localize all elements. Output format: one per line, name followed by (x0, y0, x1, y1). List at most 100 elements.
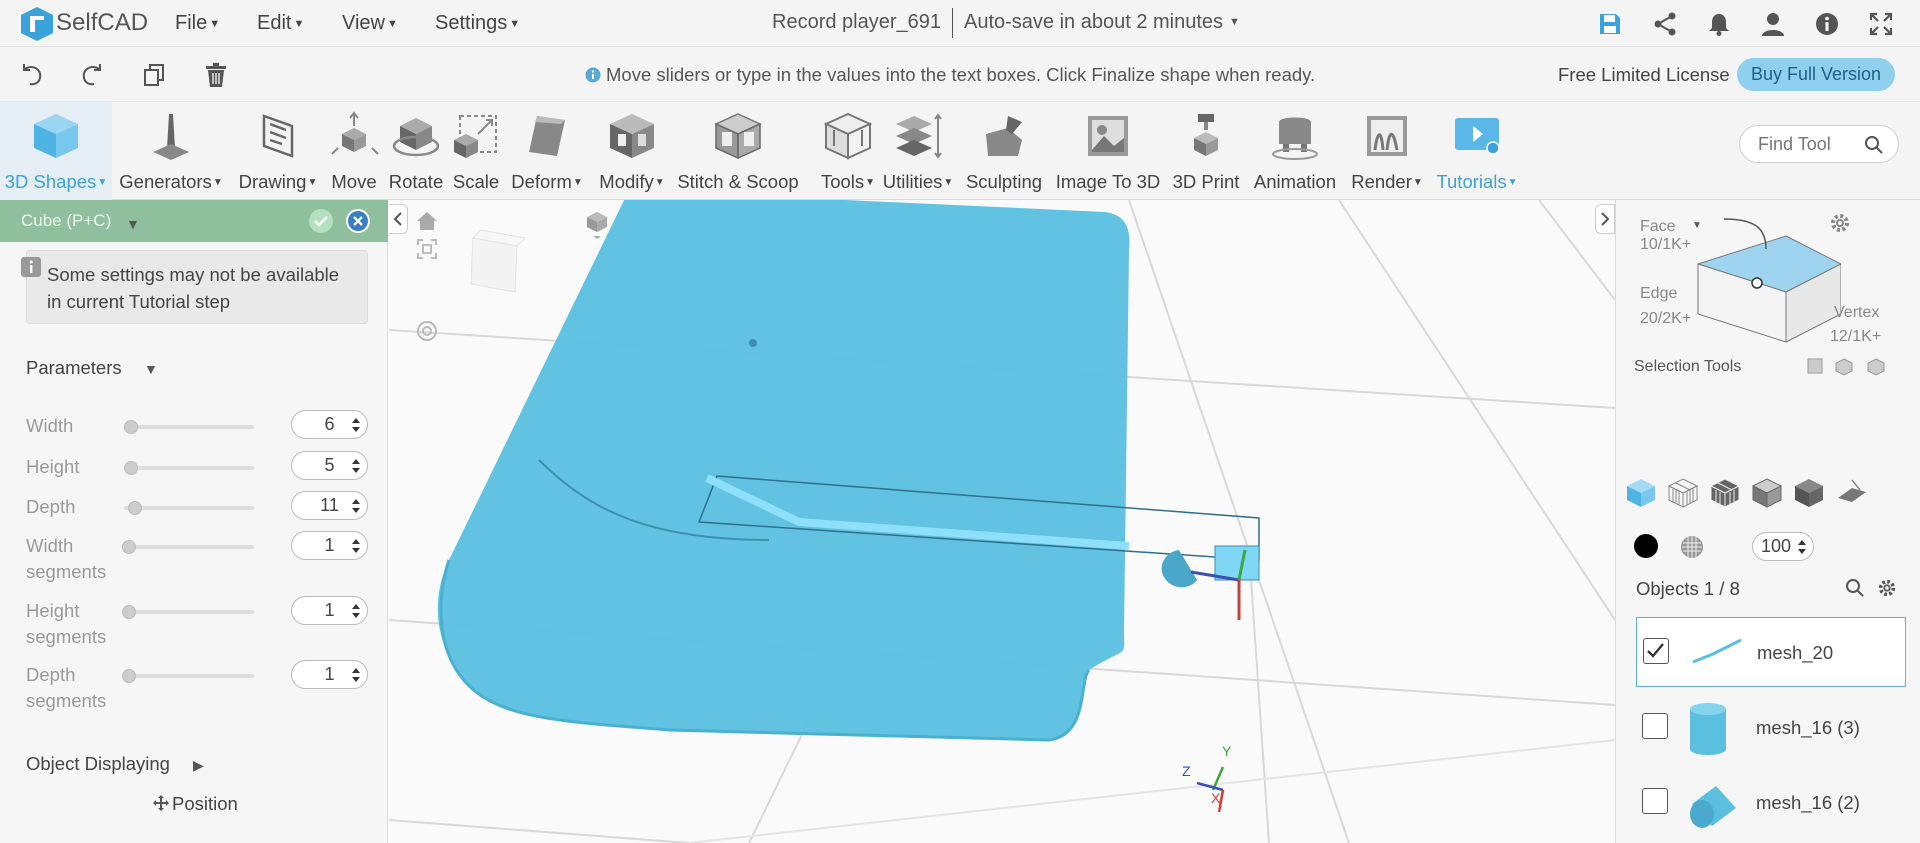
modify-icon (606, 110, 658, 162)
close-icon[interactable] (345, 208, 371, 234)
height-segments-input[interactable]: 1 (291, 596, 368, 625)
face-count: 10/1K+ (1640, 236, 1692, 253)
width-input[interactable]: 6 (291, 410, 368, 439)
select-solid-icon[interactable] (1750, 476, 1784, 510)
menu-edit[interactable]: Edit ▼ (257, 12, 304, 35)
tool-utilities[interactable]: Utilities▼ (876, 102, 960, 200)
tool-animation[interactable]: Animation (1246, 102, 1344, 200)
save-icon[interactable] (1597, 11, 1623, 37)
height-input[interactable]: 5 (291, 451, 368, 480)
tool-generators[interactable]: Generators▼ (115, 102, 227, 200)
depth-input[interactable]: 11 (291, 491, 368, 520)
zoom-fit-icon[interactable] (416, 238, 438, 260)
tool-render[interactable]: Render▼ (1346, 102, 1428, 200)
tool-image-to-3d[interactable]: Image To 3D (1050, 102, 1166, 200)
record-player-base (437, 200, 1130, 740)
fullscreen-icon[interactable] (1868, 11, 1894, 37)
object-name: mesh_20 (1757, 642, 1834, 663)
depth-segments-slider[interactable] (122, 669, 254, 683)
object-displaying-title[interactable]: Object Displaying (26, 753, 170, 775)
tool-scale[interactable]: Scale (450, 102, 502, 200)
redo-icon[interactable] (78, 61, 106, 89)
tool-stitch-scoop[interactable]: Stitch & Scoop (673, 102, 803, 200)
height-segments-slider[interactable] (122, 605, 254, 619)
projection-cube-icon[interactable] (585, 210, 609, 240)
select-faces-icon[interactable] (1792, 476, 1826, 510)
tool-3d-print[interactable]: 3D Print (1168, 102, 1244, 200)
select-object-icon[interactable] (1624, 476, 1658, 510)
tool-modify[interactable]: Modify▼ (592, 102, 672, 200)
param-label-depth-segments: Depth segments (26, 664, 107, 711)
top-menubar: SelfCAD File ▼ Edit ▼ View ▼ Settings ▼ Reco… (0, 0, 1920, 47)
object-row-mesh-20[interactable]: mesh_20 (1636, 617, 1906, 687)
menu-file[interactable]: File ▼ (175, 12, 220, 35)
autosave-dropdown[interactable]: Auto-save in about 2 minutes ▼ (964, 11, 1240, 34)
opacity-input[interactable]: 100 (1752, 532, 1814, 561)
tool-sculpting[interactable]: Sculpting (962, 102, 1046, 200)
gear-icon[interactable] (1877, 578, 1897, 598)
object-checkbox[interactable] (1642, 788, 1668, 814)
info-icon[interactable] (1814, 11, 1840, 37)
chevron-down-icon[interactable]: ▼ (126, 216, 140, 232)
share-icon[interactable] (1652, 11, 1678, 37)
width-slider[interactable] (124, 420, 254, 434)
orbit-icon[interactable] (416, 320, 438, 342)
menu-settings[interactable]: Settings ▼ (435, 12, 520, 35)
depth-slider[interactable] (124, 501, 254, 515)
texture-icon[interactable] (1679, 534, 1705, 560)
panel-title: Cube (P+C) (21, 211, 112, 230)
find-tool-search[interactable] (1739, 125, 1899, 163)
copy-icon[interactable] (140, 61, 168, 89)
selection-mode-diagram[interactable] (1696, 214, 1841, 344)
chevron-right-icon[interactable]: ▶ (193, 757, 204, 774)
height-slider[interactable] (124, 461, 254, 475)
parameters-title[interactable]: Parameters (26, 357, 122, 379)
selection-mode-mini-icons[interactable] (1806, 356, 1906, 376)
scene-canvas[interactable] (389, 200, 1615, 843)
selfcad-logo-icon[interactable] (20, 6, 54, 42)
chevron-down-icon[interactable]: ▼ (144, 361, 158, 377)
3d-viewport[interactable]: Y Z X (389, 200, 1615, 843)
tool-move[interactable]: Move (326, 102, 382, 200)
collapse-left-panel-button[interactable] (389, 204, 408, 234)
bell-icon[interactable] (1706, 11, 1732, 37)
select-wireframe-icon[interactable] (1666, 476, 1700, 510)
face-label[interactable]: Face (1640, 218, 1676, 236)
buy-full-version-button[interactable]: Buy Full Version (1737, 58, 1895, 91)
trash-icon[interactable] (202, 61, 230, 89)
project-title[interactable]: Record player_691 (772, 11, 941, 34)
object-row-mesh-16-3[interactable]: mesh_16 (3) (1636, 693, 1906, 763)
select-grid-icon[interactable] (1708, 476, 1742, 510)
undo-icon[interactable] (18, 61, 46, 89)
search-icon[interactable] (1845, 578, 1865, 598)
app-name[interactable]: SelfCAD (56, 9, 148, 37)
stitch-scoop-icon (712, 110, 764, 162)
tool-deform[interactable]: Deform▼ (505, 102, 589, 200)
width-segments-input[interactable]: 1 (291, 531, 368, 560)
search-icon[interactable] (1864, 135, 1884, 155)
tool-tutorials[interactable]: Tutorials▼ (1430, 102, 1524, 200)
find-tool-input[interactable] (1758, 134, 1858, 155)
tool-drawing[interactable]: Drawing▼ (232, 102, 324, 200)
user-icon[interactable] (1760, 11, 1786, 37)
tool-3d-shapes[interactable]: 3D Shapes▼ (0, 102, 112, 200)
license-label: Free Limited License (1558, 64, 1730, 85)
depth-segments-input[interactable]: 1 (291, 660, 368, 689)
animation-icon (1269, 110, 1321, 162)
select-plane-icon[interactable] (1834, 476, 1868, 510)
object-checkbox[interactable] (1642, 713, 1668, 739)
param-label-depth: Depth (26, 496, 76, 517)
collapse-right-panel-button[interactable] (1595, 204, 1615, 234)
material-color-swatch[interactable] (1634, 534, 1658, 558)
tool-rotate[interactable]: Rotate (384, 102, 448, 200)
vertex-label[interactable]: Vertex (1834, 304, 1879, 322)
mesh-thumbnail (1684, 780, 1740, 832)
edge-label[interactable]: Edge (1640, 285, 1677, 303)
width-segments-slider[interactable] (122, 540, 254, 554)
position-label[interactable]: Position (172, 793, 238, 815)
home-icon[interactable] (416, 210, 438, 232)
object-row-mesh-16-2[interactable]: mesh_16 (2) (1636, 768, 1906, 838)
object-checkbox[interactable] (1643, 638, 1669, 664)
menu-view[interactable]: View ▼ (342, 12, 398, 35)
finalize-check-icon[interactable] (308, 208, 334, 234)
